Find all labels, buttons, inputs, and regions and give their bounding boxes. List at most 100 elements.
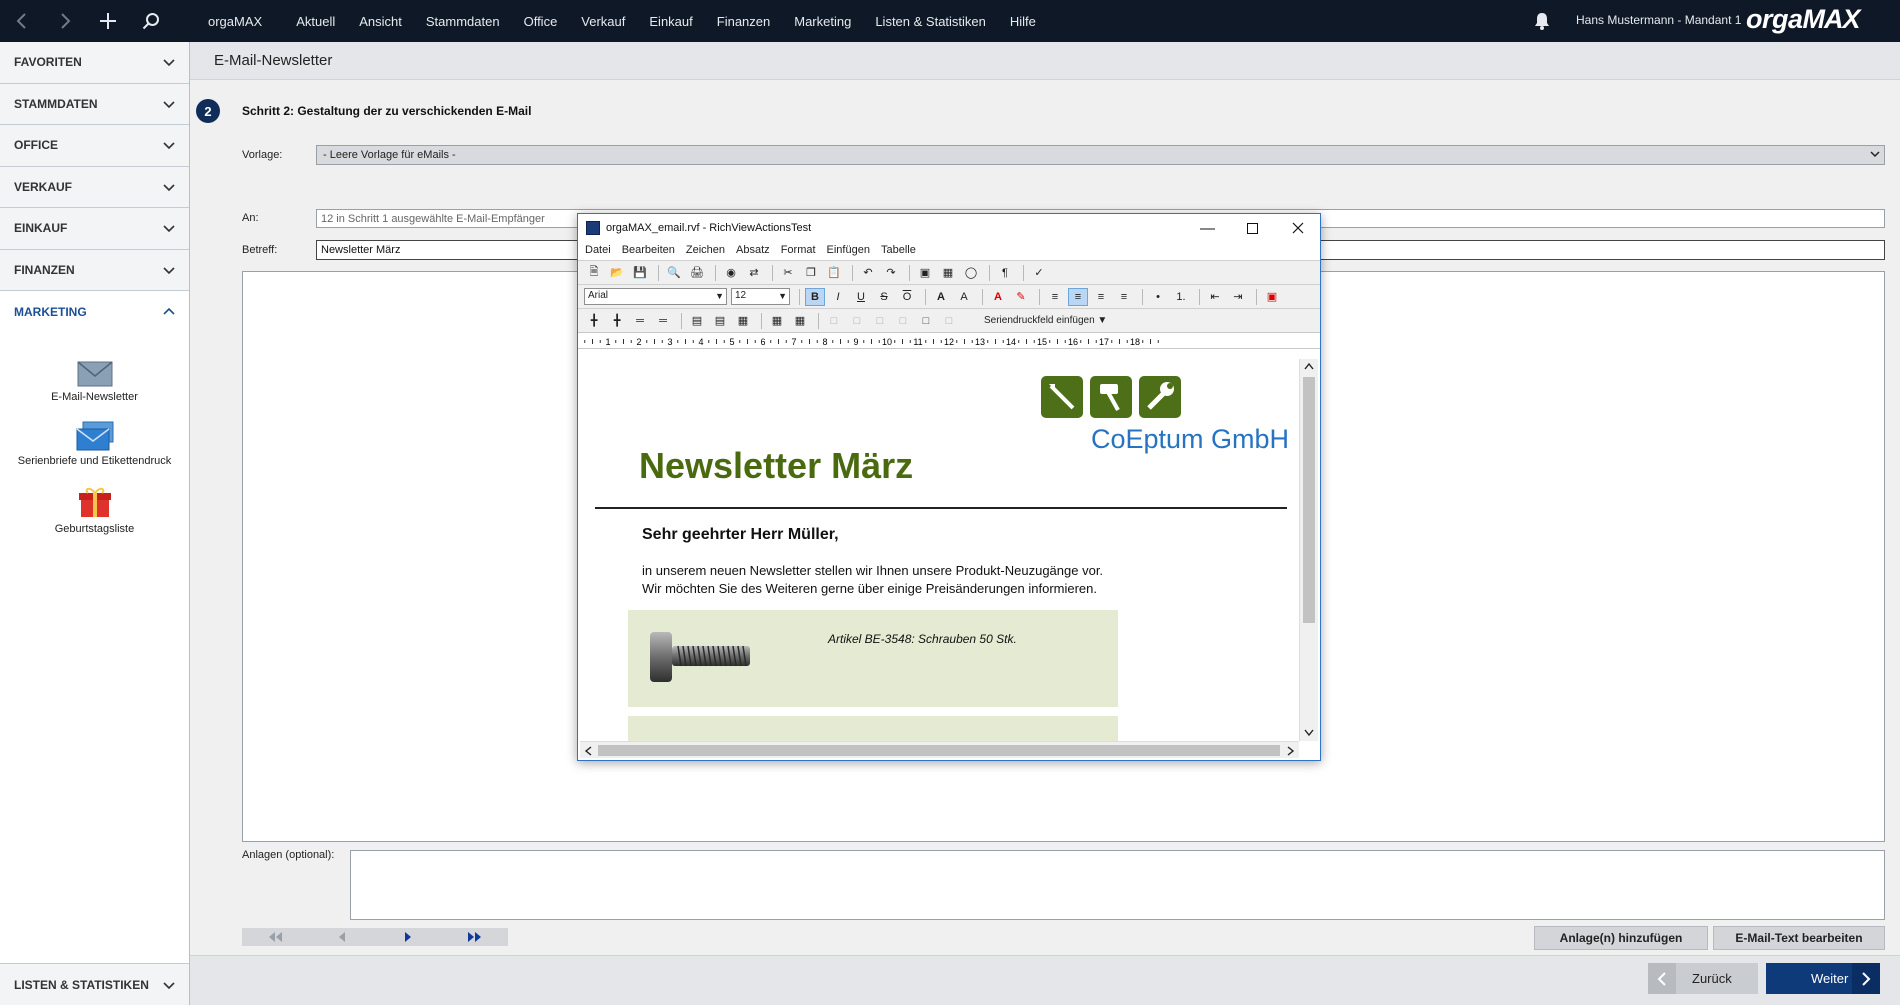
menu-marketing[interactable]: Marketing xyxy=(782,0,863,42)
bell-icon[interactable] xyxy=(1532,11,1552,31)
editor-titlebar[interactable]: orgaMAX_email.rvf - RichViewActionsTest … xyxy=(578,214,1320,242)
font-size-select[interactable]: 12 ▼ xyxy=(731,288,790,305)
prev-page-icon[interactable] xyxy=(333,930,351,944)
font-grow-icon[interactable]: A xyxy=(931,288,951,306)
back-arrow-icon[interactable] xyxy=(0,0,43,42)
scroll-down-icon[interactable] xyxy=(1304,729,1314,737)
paste-icon[interactable]: 📋 xyxy=(824,264,844,282)
menu-aktuell[interactable]: Aktuell xyxy=(284,0,347,42)
insert-image-icon[interactable]: ▣ xyxy=(915,264,935,282)
next-button[interactable]: Weiter xyxy=(1766,963,1880,994)
sidebar-item-einkauf[interactable]: EINKAUF xyxy=(0,208,189,250)
menu-ansicht[interactable]: Ansicht xyxy=(347,0,414,42)
insert-table-icon[interactable]: ▦ xyxy=(938,264,958,282)
sidebar-item-office[interactable]: OFFICE xyxy=(0,125,189,167)
replace-icon[interactable]: ⇄ xyxy=(744,264,764,282)
align-left-icon[interactable]: ≡ xyxy=(1045,288,1065,306)
back-button[interactable]: Zurück xyxy=(1648,963,1758,994)
sidebar-item-stammdaten[interactable]: STAMMDATEN xyxy=(0,83,189,125)
save-icon[interactable]: 💾 xyxy=(630,264,650,282)
outdent-icon[interactable]: ⇤ xyxy=(1205,288,1225,306)
edit-email-text-button[interactable]: E-Mail-Text bearbeiten xyxy=(1713,926,1885,950)
table-delete-col-icon[interactable]: ═ xyxy=(653,312,673,330)
submenu-email-newsletter[interactable]: E-Mail-Newsletter xyxy=(0,360,189,403)
underline-icon[interactable]: U xyxy=(851,288,871,306)
border-bottom-icon[interactable]: □ xyxy=(870,312,890,330)
menu-listen-statistiken[interactable]: Listen & Statistiken xyxy=(863,0,998,42)
user-name[interactable]: Hans Mustermann - Mandant 1 xyxy=(1576,13,1741,27)
print-preview-icon[interactable]: 🔍 xyxy=(664,264,684,282)
menu-hilfe[interactable]: Hilfe xyxy=(998,0,1048,42)
spellcheck-icon[interactable]: ✓ xyxy=(1029,264,1049,282)
submenu-serienbriefe[interactable]: Serienbriefe und Etikettendruck xyxy=(0,421,189,467)
highlight-icon[interactable]: ✎ xyxy=(1011,288,1031,306)
table-delete-row-icon[interactable]: ═ xyxy=(630,312,650,330)
last-page-icon[interactable] xyxy=(466,930,484,944)
table-merge-icon[interactable]: ▤ xyxy=(687,312,707,330)
insert-mergefield-dropdown[interactable]: Seriendruckfeld einfügen ▼ xyxy=(984,315,1107,326)
align-justify-icon[interactable]: ≡ xyxy=(1114,288,1134,306)
menu-orgamax[interactable]: orgaMAX xyxy=(190,0,284,42)
menu-finanzen[interactable]: Finanzen xyxy=(705,0,782,42)
pilcrow-icon[interactable]: ¶ xyxy=(995,264,1015,282)
add-attachment-button[interactable]: Anlage(n) hinzufügen xyxy=(1534,926,1708,950)
align-right-icon[interactable]: ≡ xyxy=(1091,288,1111,306)
font-select[interactable]: Arial ▼ xyxy=(584,288,727,305)
cut-icon[interactable]: ✂ xyxy=(778,264,798,282)
fill-color-icon[interactable]: ▣ xyxy=(1262,288,1282,306)
sidebar-item-verkauf[interactable]: VERKAUF xyxy=(0,166,189,208)
menu-einkauf[interactable]: Einkauf xyxy=(637,0,704,42)
align-center-icon[interactable]: ≡ xyxy=(1068,287,1088,306)
editor-menu-zeichen[interactable]: Zeichen xyxy=(686,242,731,260)
sidebar-item-marketing[interactable]: MARKETING xyxy=(0,291,189,333)
border-right-icon[interactable]: □ xyxy=(939,312,959,330)
document-canvas[interactable]: CoEptum GmbH Newsletter März Sehr geehrt… xyxy=(580,359,1299,741)
new-document-icon[interactable]: 🗎 xyxy=(584,264,604,282)
editor-menu-format[interactable]: Format xyxy=(781,242,822,260)
insert-object-icon[interactable]: ◯ xyxy=(961,264,981,282)
horizontal-scroll-thumb[interactable] xyxy=(598,745,1280,756)
vorlage-select[interactable]: - Leere Vorlage für eMails - xyxy=(316,145,1885,165)
italic-icon[interactable]: I xyxy=(828,288,848,306)
menu-stammdaten[interactable]: Stammdaten xyxy=(414,0,512,42)
table-grid-icon[interactable]: ▦ xyxy=(733,312,753,330)
strikethrough-icon[interactable]: S xyxy=(874,288,894,306)
table-insert-col-icon[interactable]: ╋ xyxy=(607,312,627,330)
border-top-icon[interactable]: □ xyxy=(847,312,867,330)
redo-icon[interactable]: ↷ xyxy=(881,264,901,282)
find-icon[interactable]: ◉ xyxy=(721,264,741,282)
sidebar-item-favoriten[interactable]: FAVORITEN xyxy=(0,42,189,84)
editor-menu-datei[interactable]: Datei xyxy=(585,242,617,260)
close-icon[interactable] xyxy=(1275,214,1320,242)
next-page-icon[interactable] xyxy=(399,930,417,944)
font-shrink-icon[interactable]: A xyxy=(954,288,974,306)
open-folder-icon[interactable]: 📂 xyxy=(607,264,627,282)
horizontal-scrollbar[interactable] xyxy=(580,741,1299,758)
border-none-icon[interactable]: □ xyxy=(824,312,844,330)
search-icon[interactable] xyxy=(129,0,172,42)
editor-menu-absatz[interactable]: Absatz xyxy=(736,242,776,260)
border-all-icon[interactable]: □ xyxy=(916,312,936,330)
table-split-icon[interactable]: ▤ xyxy=(710,312,730,330)
vertical-scrollbar[interactable] xyxy=(1299,359,1318,741)
attachments-list[interactable] xyxy=(350,850,1885,920)
indent-icon[interactable]: ⇥ xyxy=(1228,288,1248,306)
first-page-icon[interactable] xyxy=(266,930,284,944)
scroll-up-icon[interactable] xyxy=(1304,362,1314,370)
editor-menu-einfuegen[interactable]: Einfügen xyxy=(827,242,876,260)
menu-office[interactable]: Office xyxy=(512,0,570,42)
editor-menu-bearbeiten[interactable]: Bearbeiten xyxy=(622,242,681,260)
editor-menu-tabelle[interactable]: Tabelle xyxy=(881,242,922,260)
table-borders-icon[interactable]: ▦ xyxy=(790,312,810,330)
text-color-icon[interactable]: A xyxy=(988,288,1008,306)
overline-icon[interactable]: O xyxy=(897,288,917,306)
sidebar-item-listen-statistiken[interactable]: LISTEN & STATISTIKEN xyxy=(0,963,189,1005)
sidebar-item-finanzen[interactable]: FINANZEN xyxy=(0,249,189,291)
scroll-right-icon[interactable] xyxy=(1287,746,1295,756)
forward-arrow-icon[interactable] xyxy=(43,0,86,42)
copy-icon[interactable]: ❐ xyxy=(801,264,821,282)
undo-icon[interactable]: ↶ xyxy=(858,264,878,282)
table-props-icon[interactable]: ▦ xyxy=(767,312,787,330)
bold-icon[interactable]: B xyxy=(805,287,825,306)
border-left-icon[interactable]: □ xyxy=(893,312,913,330)
